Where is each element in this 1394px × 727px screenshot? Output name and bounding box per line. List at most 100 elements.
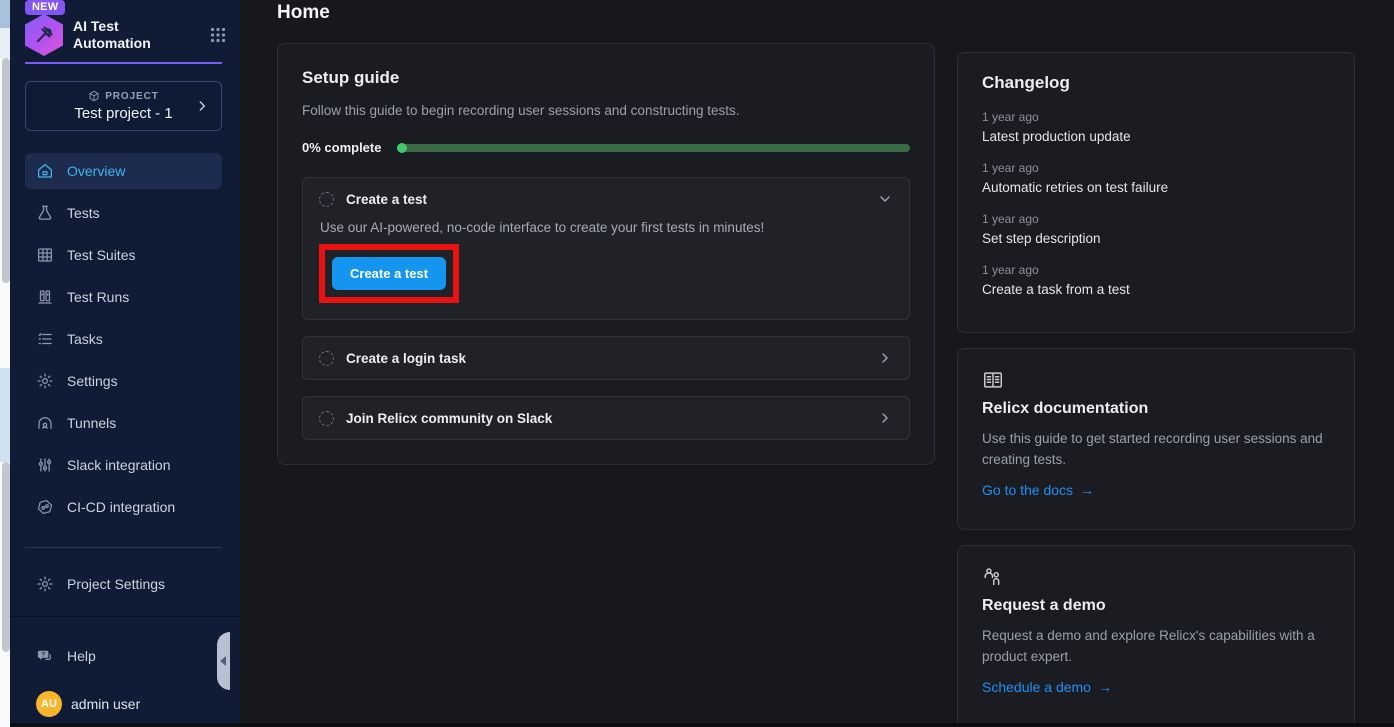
home-icon (36, 162, 54, 180)
people-icon (982, 566, 1004, 588)
setup-step-create-login-task[interactable]: Create a login task (302, 336, 910, 380)
sidebar-item-test-suites[interactable]: Test Suites (25, 237, 222, 273)
changelog-card: Changelog 1 year ago Latest production u… (957, 52, 1355, 333)
changelog-entry: 1 year ago Latest production update (982, 110, 1330, 144)
sidebar-item-cicd-integration[interactable]: CI-CD integration (25, 489, 222, 525)
flask-icon (36, 204, 54, 222)
window-bottom-edge (10, 723, 1394, 727)
project-selector[interactable]: PROJECT Test project - 1 (25, 81, 222, 131)
progress-bar (397, 144, 910, 152)
changelog-time: 1 year ago (982, 212, 1330, 226)
setup-guide-description: Follow this guide to begin recording use… (302, 103, 910, 118)
list-icon (36, 330, 54, 348)
documentation-card: Relicx documentation Use this guide to g… (957, 348, 1355, 530)
apps-grid-icon[interactable] (210, 27, 226, 43)
project-name: Test project - 1 (74, 105, 172, 122)
sidebar-item-project-settings[interactable]: Project Settings (25, 566, 222, 602)
changelog-time: 1 year ago (982, 161, 1330, 175)
sidebar-item-help[interactable]: ? Help (25, 638, 222, 674)
changelog-entry: 1 year ago Create a task from a test (982, 263, 1330, 297)
brand-divider (25, 62, 222, 64)
sidebar-item-label: Tasks (67, 331, 103, 347)
brand-header: AI Test Automation (25, 14, 226, 56)
sidebar-item-label: Help (67, 648, 96, 664)
background-scrollbar-thumb (2, 58, 10, 283)
user-menu[interactable]: AU admin user (36, 691, 140, 717)
sidebar-divider (25, 547, 222, 548)
cube-icon (88, 90, 100, 102)
gavel-icon (32, 23, 56, 47)
sidebar-item-label: CI-CD integration (67, 499, 175, 515)
changelog-text: Latest production update (982, 129, 1330, 144)
new-badge: NEW (25, 0, 65, 15)
sidebar-item-settings[interactable]: Settings (25, 363, 222, 399)
background-window-header (0, 0, 10, 28)
background-window-toolbar (0, 28, 10, 58)
setup-step-join-slack[interactable]: Join Relicx community on Slack (302, 396, 910, 440)
sidebar-item-tests[interactable]: Tests (25, 195, 222, 231)
changelog-entry: 1 year ago Set step description (982, 212, 1330, 246)
chevron-right-icon (195, 99, 209, 113)
changelog-text: Set step description (982, 231, 1330, 246)
incomplete-step-icon (319, 351, 334, 366)
setup-step-title: Join Relicx community on Slack (346, 411, 552, 426)
chevron-right-icon (877, 410, 893, 426)
setup-guide-card: Setup guide Follow this guide to begin r… (277, 43, 935, 465)
request-demo-title: Request a demo (982, 597, 1330, 615)
progress-indicator (397, 143, 407, 153)
sidebar-item-label: Project Settings (67, 576, 165, 592)
documentation-description: Use this guide to get started recording … (982, 428, 1330, 470)
incomplete-step-icon (319, 192, 334, 207)
sidebar-item-test-runs[interactable]: Test Runs (25, 279, 222, 315)
sidebar-item-tasks[interactable]: Tasks (25, 321, 222, 357)
sidebar-item-label: Tests (67, 205, 100, 221)
setup-step-description: Use our AI-powered, no-code interface to… (320, 220, 893, 235)
changelog-time: 1 year ago (982, 263, 1330, 277)
sidebar-nav-secondary: Project Settings (25, 566, 222, 608)
app-logo (25, 14, 63, 56)
book-icon (982, 369, 1004, 391)
chevron-right-icon (877, 350, 893, 366)
setup-progress: 0% complete (302, 140, 910, 155)
sidebar-item-slack-integration[interactable]: Slack integration (25, 447, 222, 483)
svg-text:?: ? (41, 652, 45, 658)
tunnel-icon (36, 414, 54, 432)
setup-guide-title: Setup guide (302, 68, 910, 88)
schedule-demo-link[interactable]: Schedule a demo → (982, 679, 1112, 695)
changelog-entry: 1 year ago Automatic retries on test fai… (982, 161, 1330, 195)
sidebar-item-label: Test Suites (67, 247, 135, 263)
request-demo-card: Request a demo Request a demo and explor… (957, 545, 1355, 727)
arrow-right-icon: → (1098, 679, 1112, 695)
sidebar-item-overview[interactable]: Overview (25, 153, 222, 189)
sidebar-item-label: Overview (67, 163, 125, 179)
setup-step-header[interactable]: Create a test (319, 191, 893, 207)
sidebar-footer: ? Help AU admin user (10, 616, 240, 727)
user-name: admin user (71, 696, 140, 712)
sidebar-item-label: Tunnels (67, 415, 116, 431)
incomplete-step-icon (319, 411, 334, 426)
arrow-right-icon: → (1080, 482, 1094, 498)
sidebar-item-tunnels[interactable]: Tunnels (25, 405, 222, 441)
pipeline-icon (36, 498, 54, 516)
sidebar-nav: Overview Tests Test Suites Test R (25, 153, 222, 531)
background-scrollbar-thumb (2, 462, 10, 652)
changelog-text: Create a task from a test (982, 282, 1330, 297)
documentation-title: Relicx documentation (982, 400, 1330, 418)
app-title: AI Test Automation (73, 18, 151, 52)
go-to-docs-link[interactable]: Go to the docs → (982, 482, 1094, 498)
progress-label: 0% complete (302, 140, 381, 155)
project-label: PROJECT (88, 90, 159, 102)
create-a-test-button[interactable]: Create a test (332, 257, 446, 290)
setup-step-create-test: Create a test Use our AI-powered, no-cod… (302, 177, 910, 320)
changelog-time: 1 year ago (982, 110, 1330, 124)
chevron-down-icon[interactable] (877, 191, 893, 207)
background-window-selection (0, 368, 10, 462)
sidebar-collapse-handle[interactable] (217, 632, 230, 690)
sidebar-item-label: Test Runs (67, 289, 129, 305)
grid-table-icon (36, 246, 54, 264)
avatar: AU (36, 691, 62, 717)
help-chat-icon: ? (36, 647, 54, 665)
sidebar: NEW AI Test Automation (10, 0, 240, 727)
changelog-title: Changelog (982, 73, 1330, 93)
sidebar-item-label: Slack integration (67, 457, 171, 473)
